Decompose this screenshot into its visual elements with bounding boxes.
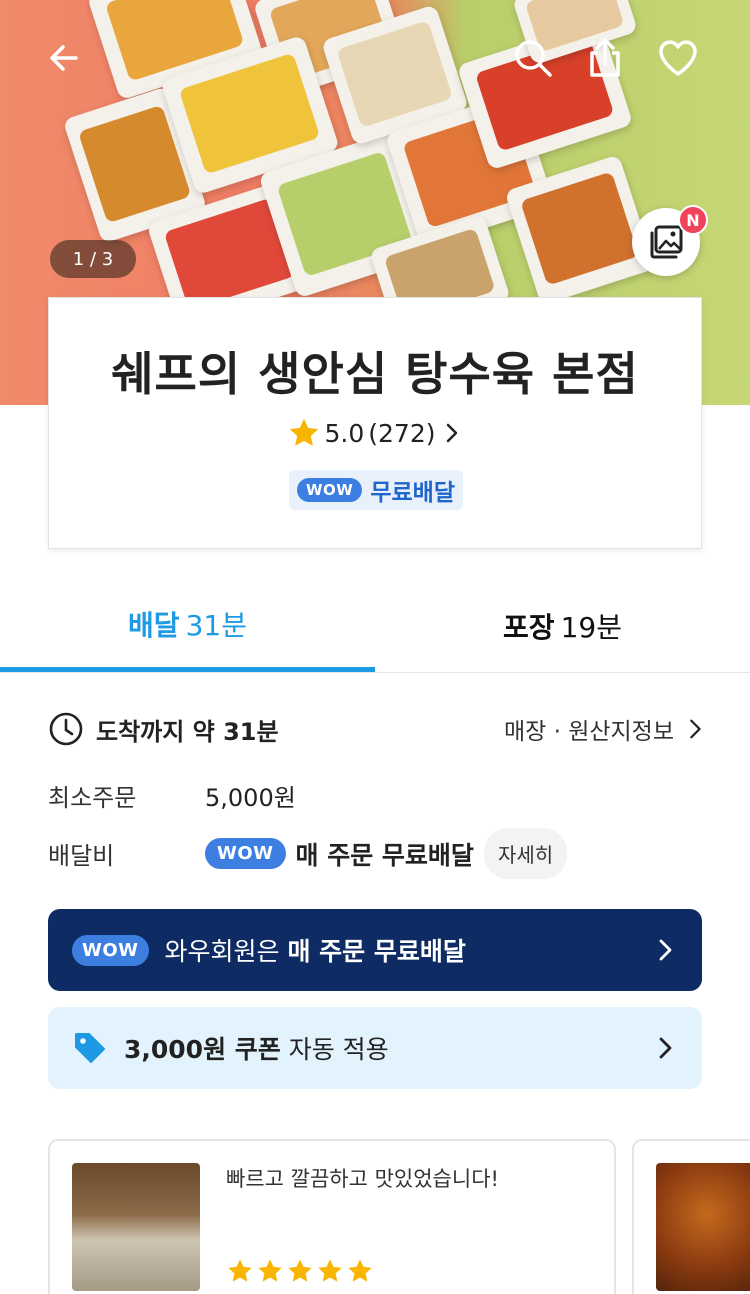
delivery-fee-row: 배달비 WOW 매 주문 무료배달 자세히 [48,828,568,879]
rating-value: 5.0 [324,418,365,448]
wow-banner-text: 와우회원은 매 주문 무료배달 [165,932,466,968]
store-info-card: 쉐프의 생안심 탕수육 본점 5.0 (272) WOW 무료배달 [48,297,702,549]
wow-label: WOW [72,934,149,966]
coupon-banner[interactable]: 3,000원 쿠폰 자동 적용 [48,1007,702,1089]
wow-banner-highlight: 매 주문 무료배달 [287,937,466,966]
search-button[interactable] [505,30,561,86]
gallery-icon [650,225,683,259]
delivery-fee-label: 배달비 [48,842,115,870]
tab-delivery-label: 배달 [128,608,180,642]
wow-free-delivery-badge: WOW 무료배달 [289,470,463,510]
star-icon [348,1259,372,1282]
star-icon [288,1259,312,1282]
rating-link[interactable]: 5.0 (272) [49,416,701,450]
star-icon [258,1259,282,1282]
coupon-suffix: 자동 적용 [280,1035,389,1064]
chevron-right-icon [659,939,672,961]
wow-label: WOW [297,478,363,502]
coupon-banner-text: 3,000원 쿠폰 자동 적용 [124,1030,389,1066]
min-order-row: 최소주문 5,000원 [48,778,296,813]
back-button[interactable] [36,30,92,86]
review-photo [72,1163,200,1291]
back-arrow-icon [50,45,78,71]
min-order-value: 5,000원 [205,784,296,812]
free-delivery-label: 무료배달 [370,480,455,506]
share-icon [590,38,620,77]
tab-delivery-time: 31분 [185,608,247,642]
tab-pickup-time: 19분 [560,611,622,644]
chevron-right-icon [690,719,701,739]
review-card[interactable] [632,1139,750,1294]
chevron-right-icon [446,423,457,443]
share-button[interactable] [577,30,633,86]
min-order-label: 최소주문 [48,784,137,812]
eta-text: 도착까지 약 31분 [96,717,279,746]
star-icon [318,1259,342,1282]
review-photo [656,1163,750,1291]
review-card[interactable]: 빠르고 깔끔하고 맛있었습니다! [48,1139,616,1294]
tab-pickup-label: 포장 [503,611,555,644]
star-icon [289,418,318,446]
order-type-tabs: 배달 31분 포장 19분 [0,580,750,673]
review-text: 빠르고 깔끔하고 맛있었습니다! [226,1167,499,1191]
wow-label: WOW [205,838,286,869]
delivery-fee-value: 매 주문 무료배달 [295,840,474,870]
wow-banner-prefix: 와우회원은 [164,937,288,966]
heart-icon [659,40,697,76]
fee-detail-button[interactable]: 자세히 [483,828,568,879]
star-icon [228,1259,252,1282]
coupon-tag-icon [75,1033,105,1063]
review-stars [226,1257,374,1285]
origin-link-label: 매장 · 원산지정보 [503,719,674,745]
new-badge: N [678,205,708,235]
review-count: (272) [368,418,436,448]
favorite-button[interactable] [650,30,706,86]
chevron-right-icon [659,1037,672,1059]
search-icon [515,40,552,77]
store-name: 쉐프의 생안심 탕수육 본점 [111,347,639,401]
tab-pickup[interactable]: 포장 19분 [375,580,750,672]
eta-row: 도착까지 약 31분 매장 · 원산지정보 [48,708,706,750]
store-origin-info-link[interactable]: 매장 · 원산지정보 [504,712,706,746]
tab-delivery[interactable]: 배달 31분 [0,580,375,672]
coupon-amount: 3,000원 쿠폰 [124,1035,281,1064]
clock-icon [49,712,83,746]
wow-membership-banner[interactable]: WOW 와우회원은 매 주문 무료배달 [48,909,702,991]
image-counter: 1 / 3 [50,240,136,278]
